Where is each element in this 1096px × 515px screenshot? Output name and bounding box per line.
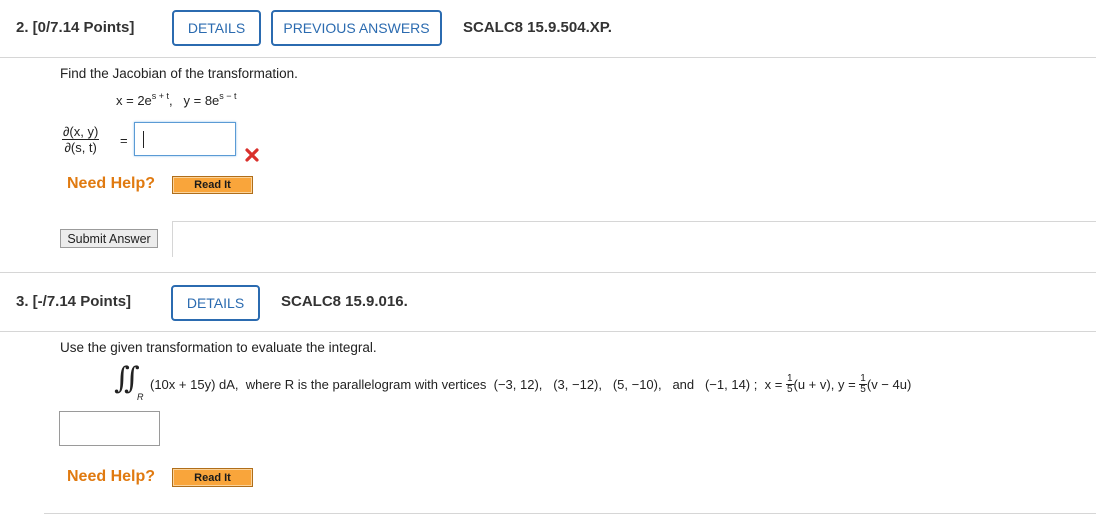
q3-y-frac-den: 5: [860, 384, 866, 395]
q3-integral-statement: (10x + 15y) dA, where R is the parallelo…: [150, 374, 911, 395]
q3-need-help-label: Need Help?: [67, 468, 156, 485]
text-cursor-icon: [143, 131, 144, 148]
q3-y-fraction: 1 5: [859, 374, 867, 395]
q2-eq-sep: ,: [169, 93, 173, 108]
q2-problem-code: SCALC8 15.9.504.XP.: [463, 19, 612, 36]
q3-footer-divider: [44, 513, 1096, 514]
q3-x-frac-den: 5: [786, 384, 793, 395]
q2-header-divider: [0, 57, 1096, 58]
q3-y-eq: y =: [837, 377, 856, 392]
q2-jacobian-denominator: ∂(s, t): [64, 140, 97, 155]
q2-answer-input[interactable]: [134, 122, 236, 156]
q2-previous-answers-button[interactable]: PREVIOUS ANSWERS: [271, 10, 442, 46]
q2-read-it-button[interactable]: Read It: [172, 176, 253, 194]
q2-eq-y-exponent: s − t: [219, 91, 237, 101]
q3-x-rest: (u + v),: [793, 377, 835, 392]
q2-eq-y: y = 8e: [183, 93, 220, 108]
q2-prompt: Find the Jacobian of the transformation.: [60, 66, 298, 81]
q2-eq-x-exponent: s + t: [151, 91, 170, 101]
question-3-title: 3. [-/7.14 Points]: [16, 293, 132, 310]
q3-header-divider: [0, 331, 1096, 332]
q3-region-label: R: [137, 392, 144, 402]
q3-integrand: (10x + 15y) dA,: [150, 377, 239, 392]
q2-equals-sign: =: [120, 133, 128, 148]
q2-q3-separator: [0, 272, 1096, 273]
q2-need-help-label: Need Help?: [67, 175, 156, 192]
q2-jacobian-fraction: ∂(x, y) ∂(s, t): [62, 124, 100, 155]
q3-where-text: where R is the parallelogram with vertic…: [245, 377, 487, 392]
q3-vertices: (−3, 12), (3, −12), (5, −10), and (−1, 1…: [493, 377, 758, 392]
q3-x-eq: x =: [764, 377, 783, 392]
q3-prompt: Use the given transformation to evaluate…: [60, 340, 377, 355]
q2-details-button[interactable]: DETAILS: [172, 10, 261, 46]
q3-x-fraction: 1 5: [785, 374, 794, 395]
q2-equation: x = 2es + t, y = 8es − t: [116, 91, 237, 108]
question-2-title: 2. [0/7.14 Points]: [16, 19, 135, 36]
q3-y-rest: (v − 4u): [866, 377, 912, 392]
q2-submit-answer-button[interactable]: Submit Answer: [60, 229, 158, 248]
q2-submit-divider: [172, 221, 1096, 257]
double-integral-icon: ∬: [114, 361, 140, 396]
q2-eq-x: x = 2e: [116, 93, 152, 108]
incorrect-x-icon: [244, 147, 260, 163]
q3-answer-input[interactable]: [59, 411, 160, 446]
q3-read-it-button[interactable]: Read It: [172, 468, 253, 487]
q2-jacobian-numerator: ∂(x, y): [62, 124, 100, 140]
q3-details-button[interactable]: DETAILS: [171, 285, 260, 321]
q3-problem-code: SCALC8 15.9.016.: [281, 293, 408, 310]
